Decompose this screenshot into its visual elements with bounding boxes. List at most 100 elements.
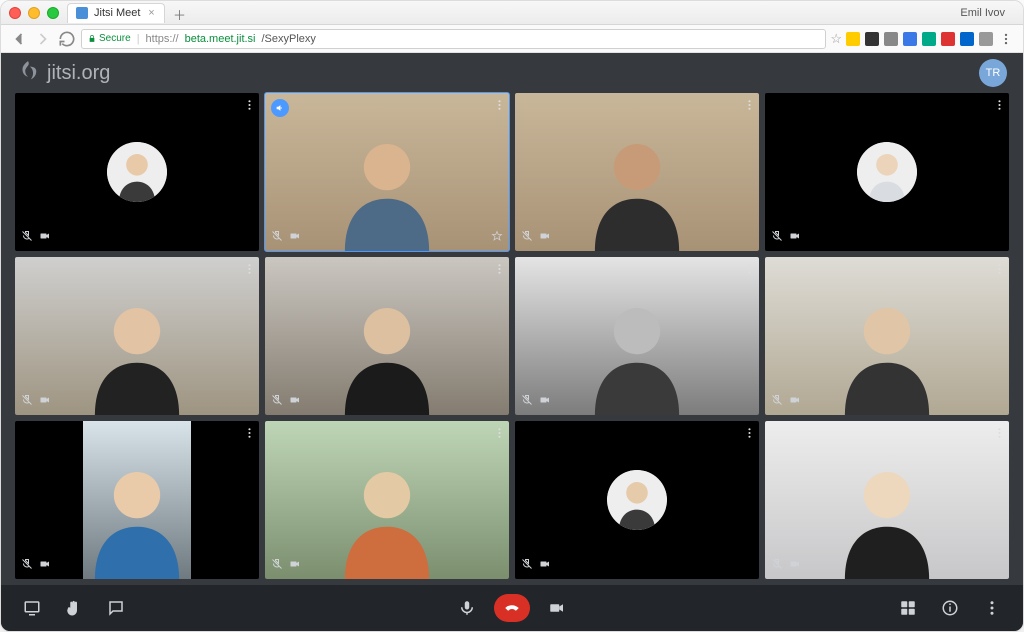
brand-text: jitsi.org — [47, 62, 110, 85]
info-button[interactable] — [937, 595, 963, 621]
brand[interactable]: jitsi.org — [17, 60, 110, 86]
tile-menu-button[interactable] — [496, 425, 503, 441]
mic-muted-icon — [271, 557, 283, 575]
url-scheme: https:// — [146, 33, 179, 45]
tabstrip: Jitsi Meet × ＋ — [59, 3, 960, 23]
tile-menu-button[interactable] — [996, 425, 1003, 441]
zoom-window-button[interactable] — [47, 7, 59, 19]
participant-tile[interactable] — [765, 93, 1009, 251]
camera-icon — [789, 557, 801, 575]
camera-icon — [789, 393, 801, 411]
tile-menu-button[interactable] — [746, 261, 753, 277]
participant-tile[interactable] — [265, 93, 509, 251]
extension-icon[interactable] — [884, 32, 898, 46]
tile-menu-button[interactable] — [496, 97, 503, 113]
extension-icons — [846, 32, 993, 46]
avatar-initials: TR — [986, 67, 1001, 79]
participant-tile[interactable] — [765, 421, 1009, 579]
camera-icon — [289, 229, 301, 247]
person-silhouette-icon — [83, 453, 190, 579]
profile-name[interactable]: Emil Ivov — [960, 7, 1015, 19]
share-screen-button[interactable] — [19, 595, 45, 621]
participant-tile[interactable] — [265, 257, 509, 415]
tile-menu-button[interactable] — [746, 425, 753, 441]
secure-indicator: Secure — [88, 33, 131, 44]
participant-avatar — [607, 470, 667, 530]
favicon-icon — [76, 7, 88, 19]
person-silhouette-icon — [802, 453, 973, 579]
reload-button[interactable] — [57, 29, 77, 49]
person-silhouette-icon — [302, 125, 473, 251]
extension-icon[interactable] — [979, 32, 993, 46]
mic-muted-icon — [21, 393, 33, 411]
extension-icon[interactable] — [865, 32, 879, 46]
local-avatar[interactable]: TR — [979, 59, 1007, 87]
camera-icon — [39, 557, 51, 575]
app-header: jitsi.org TR — [1, 53, 1023, 93]
extension-icon[interactable] — [846, 32, 860, 46]
tab-title: Jitsi Meet — [94, 7, 140, 19]
toolbar-center — [454, 594, 570, 622]
browser-tab[interactable]: Jitsi Meet × — [67, 3, 165, 23]
participant-tile[interactable] — [15, 93, 259, 251]
tile-menu-button[interactable] — [246, 97, 253, 113]
tile-menu-button[interactable] — [746, 97, 753, 113]
participant-tile[interactable] — [765, 257, 1009, 415]
browser-menu-button[interactable] — [997, 30, 1015, 48]
tile-view-button[interactable] — [895, 595, 921, 621]
mic-muted-icon — [771, 393, 783, 411]
tile-indicators — [21, 557, 51, 575]
tile-menu-button[interactable] — [996, 261, 1003, 277]
person-silhouette-icon — [552, 289, 723, 415]
person-silhouette-icon — [302, 289, 473, 415]
tile-menu-button[interactable] — [996, 97, 1003, 113]
participant-tile[interactable] — [15, 421, 259, 579]
extension-icon[interactable] — [903, 32, 917, 46]
extension-icon[interactable] — [960, 32, 974, 46]
toggle-camera-button[interactable] — [544, 595, 570, 621]
secure-label: Secure — [99, 33, 131, 44]
participant-tile[interactable] — [265, 421, 509, 579]
mic-muted-icon — [271, 393, 283, 411]
camera-icon — [39, 393, 51, 411]
participant-tile[interactable] — [515, 421, 759, 579]
tile-menu-button[interactable] — [246, 425, 253, 441]
url-path: /SexyPlexy — [262, 33, 316, 45]
extension-icon[interactable] — [941, 32, 955, 46]
address-bar: Secure | https://beta.meet.jit.si/SexyPl… — [1, 25, 1023, 53]
tile-indicators — [521, 557, 551, 575]
more-actions-button[interactable] — [979, 595, 1005, 621]
tile-menu-button[interactable] — [246, 261, 253, 277]
participant-tile[interactable] — [15, 257, 259, 415]
person-silhouette-icon — [302, 453, 473, 579]
chat-button[interactable] — [103, 595, 129, 621]
window-controls — [9, 7, 59, 19]
camera-icon — [289, 557, 301, 575]
hangup-button[interactable] — [494, 594, 530, 622]
raise-hand-button[interactable] — [61, 595, 87, 621]
participant-avatar — [107, 142, 167, 202]
camera-icon — [39, 229, 51, 247]
tile-indicators — [771, 229, 801, 247]
mic-muted-icon — [21, 557, 33, 575]
new-tab-button[interactable]: ＋ — [169, 7, 189, 23]
mute-mic-button[interactable] — [454, 595, 480, 621]
participant-grid — [1, 93, 1023, 585]
browser-window: Jitsi Meet × ＋ Emil Ivov Secure | https:… — [0, 0, 1024, 632]
back-button[interactable] — [9, 29, 29, 49]
close-window-button[interactable] — [9, 7, 21, 19]
tile-menu-button[interactable] — [496, 261, 503, 277]
url-field[interactable]: Secure | https://beta.meet.jit.si/SexyPl… — [81, 29, 826, 49]
tile-indicators — [271, 393, 301, 411]
tab-close-button[interactable]: × — [146, 8, 156, 18]
participant-tile[interactable] — [515, 93, 759, 251]
participant-tile[interactable] — [515, 257, 759, 415]
jitsi-app: jitsi.org TR — [1, 53, 1023, 631]
bookmark-star-icon[interactable]: ☆ — [830, 31, 842, 47]
minimize-window-button[interactable] — [28, 7, 40, 19]
extension-icon[interactable] — [922, 32, 936, 46]
forward-button[interactable] — [33, 29, 53, 49]
camera-icon — [539, 229, 551, 247]
person-silhouette-icon — [802, 289, 973, 415]
pin-star-icon[interactable] — [491, 229, 503, 247]
